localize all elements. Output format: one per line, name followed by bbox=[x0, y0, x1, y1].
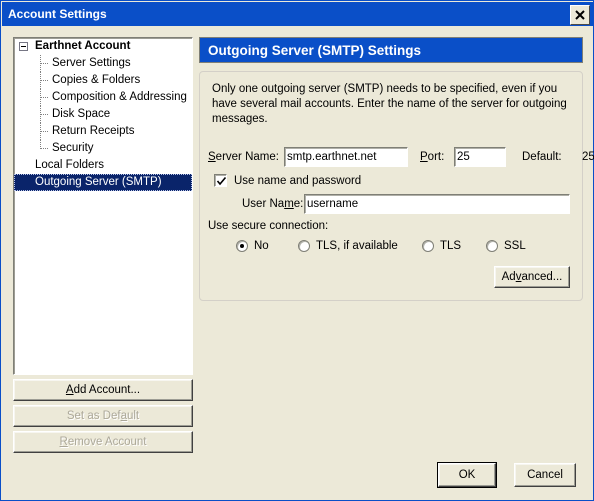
tree-line-horizontal bbox=[41, 148, 49, 149]
secure-connection-radio-group: No TLS, if available TLS SSL bbox=[230, 240, 580, 256]
server-name-label: Server Name: bbox=[208, 151, 279, 163]
cancel-label: Cancel bbox=[527, 469, 563, 481]
user-name-label: User Name: bbox=[242, 198, 304, 210]
tree-item-server-settings[interactable]: Server Settings bbox=[14, 55, 192, 72]
cancel-button[interactable]: Cancel bbox=[514, 463, 576, 487]
tree-line-horizontal bbox=[41, 97, 49, 98]
add-account-label: Add Account... bbox=[65, 384, 141, 396]
user-name-input[interactable] bbox=[304, 194, 570, 214]
tree-item-disk-space[interactable]: Disk Space bbox=[14, 106, 192, 123]
tree-item-label: Earthnet Account bbox=[35, 40, 131, 52]
radio-icon[interactable] bbox=[236, 240, 248, 252]
radio-option-tls[interactable]: TLS bbox=[416, 240, 461, 252]
ok-label: OK bbox=[458, 469, 476, 481]
tree-item-label: Local Folders bbox=[35, 159, 105, 171]
default-port-label: Default: bbox=[522, 151, 562, 163]
window-title: Account Settings bbox=[8, 7, 107, 21]
radio-icon[interactable] bbox=[422, 240, 434, 252]
tree-item-earthnet-account[interactable]: Earthnet Account bbox=[14, 38, 192, 55]
tree-item-label: Return Receipts bbox=[52, 125, 135, 137]
remove-account-label: Remove Account bbox=[59, 436, 147, 448]
server-name-input[interactable] bbox=[284, 147, 408, 167]
radio-label: TLS, if available bbox=[316, 240, 398, 252]
use-name-password-checkbox[interactable] bbox=[214, 174, 227, 187]
tree-item-label: Copies & Folders bbox=[52, 74, 141, 86]
accounts-tree[interactable]: Earthnet Account Server Settings Copies … bbox=[13, 37, 193, 375]
tree-item-return-receipts[interactable]: Return Receipts bbox=[14, 123, 192, 140]
add-account-button[interactable]: Add Account... bbox=[13, 379, 193, 401]
tree-item-local-folders[interactable]: Local Folders bbox=[14, 157, 192, 174]
radio-option-ssl[interactable]: SSL bbox=[480, 240, 526, 252]
tree-item-security[interactable]: Security bbox=[14, 140, 192, 157]
tree-line-horizontal bbox=[41, 80, 49, 81]
default-port-value: 25 bbox=[582, 151, 594, 163]
port-input[interactable] bbox=[454, 147, 506, 167]
tree-item-label: Security bbox=[52, 142, 94, 154]
port-label: Port: bbox=[420, 151, 445, 163]
radio-option-no[interactable]: No bbox=[230, 240, 269, 252]
secure-connection-label: Use secure connection: bbox=[208, 220, 329, 232]
radio-label: No bbox=[254, 240, 269, 252]
account-settings-dialog: Account Settings Earthnet Account Server… bbox=[0, 0, 594, 501]
tree-item-outgoing-server-smtp[interactable]: Outgoing Server (SMTP) bbox=[14, 174, 192, 191]
tree-item-label: Server Settings bbox=[52, 57, 131, 69]
tree-line-horizontal bbox=[41, 63, 49, 64]
use-name-password-row[interactable]: Use name and password bbox=[214, 174, 361, 187]
close-x-glyph bbox=[575, 10, 585, 20]
tree-item-label: Disk Space bbox=[52, 108, 111, 120]
set-as-default-label: Set as Default bbox=[66, 410, 140, 422]
radio-label: TLS bbox=[440, 240, 462, 252]
tree-line-horizontal bbox=[41, 131, 49, 132]
ok-button[interactable]: OK bbox=[438, 463, 496, 487]
close-icon[interactable] bbox=[570, 5, 590, 25]
radio-icon[interactable] bbox=[486, 240, 498, 252]
tree-item-composition-addressing[interactable]: Composition & Addressing bbox=[14, 89, 192, 106]
radio-option-tls-if-available[interactable]: TLS, if available bbox=[292, 240, 398, 252]
advanced-label: Advanced... bbox=[501, 271, 563, 283]
collapse-toggle-icon[interactable] bbox=[19, 42, 28, 51]
advanced-button[interactable]: Advanced... bbox=[494, 266, 570, 288]
smtp-description: Only one outgoing server (SMTP) needs to… bbox=[212, 83, 567, 125]
tree-line-horizontal bbox=[41, 114, 49, 115]
smtp-settings-group: Only one outgoing server (SMTP) needs to… bbox=[199, 71, 594, 301]
tree-item-label: Outgoing Server (SMTP) bbox=[35, 176, 162, 188]
checkmark-icon bbox=[216, 176, 227, 186]
radio-icon[interactable] bbox=[298, 240, 310, 252]
panel-header: Outgoing Server (SMTP) Settings bbox=[199, 37, 583, 63]
radio-label: SSL bbox=[504, 240, 526, 252]
use-name-password-label: Use name and password bbox=[234, 174, 362, 187]
panel-header-title: Outgoing Server (SMTP) Settings bbox=[208, 42, 422, 58]
set-as-default-button[interactable]: Set as Default bbox=[13, 405, 193, 427]
tree-item-label: Composition & Addressing bbox=[52, 91, 187, 103]
tree-item-copies-folders[interactable]: Copies & Folders bbox=[14, 72, 192, 89]
remove-account-button[interactable]: Remove Account bbox=[13, 431, 193, 453]
title-bar: Account Settings bbox=[2, 2, 594, 26]
